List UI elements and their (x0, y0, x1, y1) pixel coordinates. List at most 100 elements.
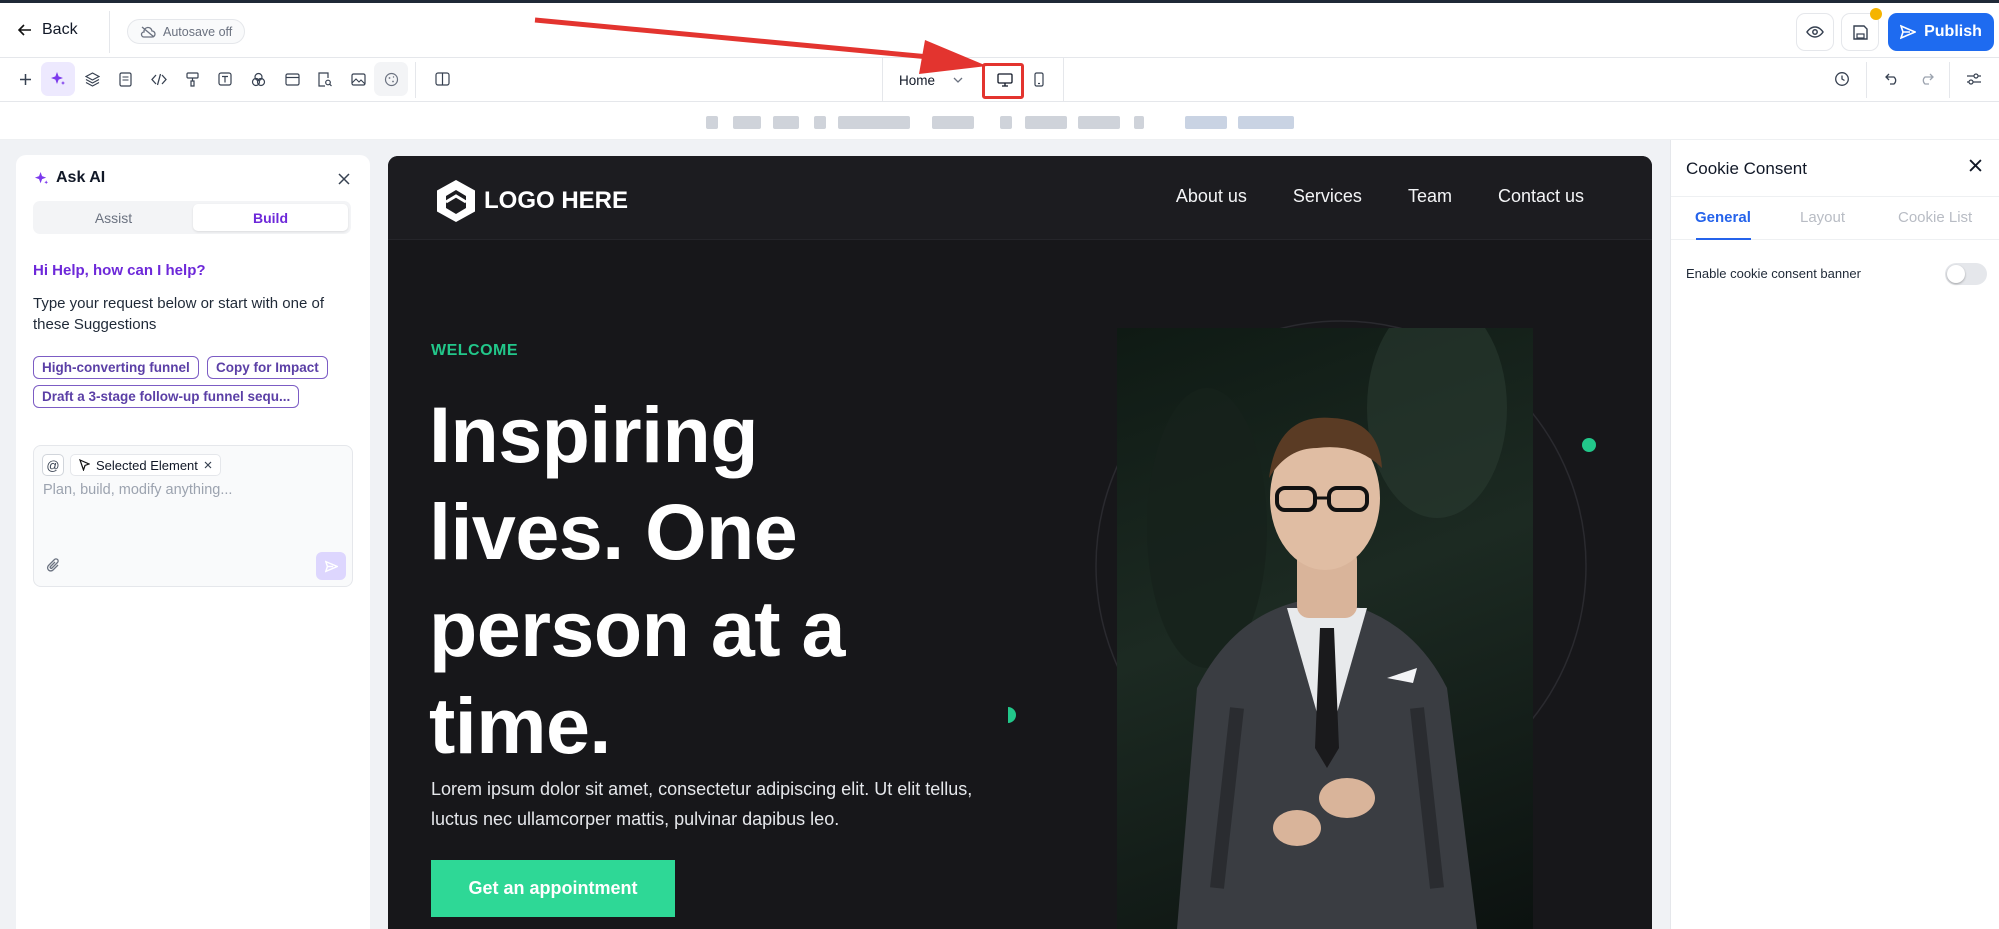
send-prompt-button[interactable] (316, 552, 346, 580)
divider (1063, 58, 1064, 102)
hero-eyebrow: WELCOME (431, 342, 519, 359)
panel-tabs: General Layout Cookie List (1671, 196, 1999, 240)
logo-text: LOGO HERE (484, 187, 629, 214)
toggle-sidebar-button[interactable] (425, 62, 459, 96)
page-selector-label: Home (899, 72, 936, 88)
eye-icon (1806, 26, 1824, 38)
hero-headline: Inspiring lives. One person at a time. (429, 386, 899, 774)
editor-toolbar: Home (0, 58, 1999, 102)
popup-button[interactable] (275, 62, 309, 96)
blurred-url-segment (932, 116, 974, 129)
back-button[interactable]: Back (18, 21, 78, 39)
desktop-view-button[interactable] (988, 63, 1022, 97)
layers-button[interactable] (75, 62, 109, 96)
cookie-consent-panel: Cookie Consent General Layout Cookie Lis… (1670, 140, 1999, 929)
nav-contact-us[interactable]: Contact us (1498, 186, 1584, 207)
notification-dot (1870, 8, 1882, 20)
plus-icon (19, 73, 31, 85)
tab-build[interactable]: Build (193, 204, 348, 231)
ai-prompt-input[interactable]: Plan, build, modify anything... (43, 482, 232, 498)
ai-intro-text: Type your request below or start with on… (33, 295, 324, 333)
undo-icon (1884, 73, 1896, 85)
close-ask-ai-button[interactable] (338, 172, 350, 190)
active-tab-indicator (1696, 238, 1751, 240)
publish-label: Publish (1924, 23, 1982, 40)
media-button[interactable] (341, 62, 375, 96)
ask-ai-panel: Ask AI Assist Build Hi Help, how can I h… (16, 155, 370, 929)
website-preview[interactable]: LOGO HERE About us Services Team Contact… (388, 156, 1652, 929)
tab-assist[interactable]: Assist (36, 204, 191, 231)
hero-portrait-image (1117, 328, 1533, 929)
toggle-knob (1947, 265, 1965, 283)
get-appointment-button[interactable]: Get an appointment (431, 860, 675, 917)
blurred-url-segment (706, 116, 718, 129)
divider (1866, 62, 1867, 98)
selected-element-chip[interactable]: Selected Element (70, 454, 221, 476)
image-icon (350, 72, 366, 86)
publish-button[interactable]: Publish (1888, 13, 1994, 51)
tab-layout[interactable]: Layout (1800, 209, 1845, 226)
nav-services[interactable]: Services (1293, 186, 1362, 207)
pages-button[interactable] (108, 62, 142, 96)
suggestion-chip[interactable]: Draft a 3-stage follow-up funnel sequ... (33, 385, 300, 408)
remove-icon[interactable] (204, 461, 212, 469)
tab-general[interactable]: General (1695, 209, 1751, 226)
tab-cookie-list[interactable]: Cookie List (1898, 209, 1972, 226)
ai-sparkle-button[interactable] (41, 62, 75, 96)
hero-body-text: Lorem ipsum dolor sit amet, consectetur … (431, 779, 973, 829)
suggestion-chip[interactable]: High-converting funnel (33, 356, 199, 379)
headline-line: Inspiring (429, 390, 759, 479)
divider (415, 62, 416, 98)
attach-button[interactable] (46, 558, 60, 578)
hexagon-logo-icon (437, 180, 475, 222)
cloud-off-icon (140, 26, 156, 38)
blurred-url-segment (733, 116, 761, 129)
history-button[interactable] (1825, 62, 1859, 96)
sidebar-icon (434, 72, 450, 86)
color-circles-icon (251, 72, 265, 86)
setting-label: Enable cookie consent banner (1686, 266, 1861, 281)
mention-button[interactable]: @ (42, 454, 64, 476)
smartphone-icon (1034, 71, 1044, 87)
autosave-label: Autosave off (163, 24, 233, 39)
autosave-status[interactable]: Autosave off (127, 19, 246, 44)
redo-icon (1922, 73, 1934, 85)
typography-button[interactable] (208, 62, 242, 96)
history-icon (1835, 72, 1849, 86)
window-icon (284, 72, 300, 86)
code-button[interactable] (142, 62, 176, 96)
redo-button[interactable] (1909, 62, 1943, 96)
close-panel-button[interactable] (1969, 159, 1982, 177)
nav-about-us[interactable]: About us (1176, 186, 1247, 207)
cursor-icon (79, 459, 90, 471)
seo-button[interactable] (308, 62, 342, 96)
chevron-down-icon (953, 77, 963, 83)
divider (109, 11, 110, 53)
undo-button[interactable] (1875, 62, 1909, 96)
headline-line: lives. One (429, 487, 798, 576)
monitor-icon (997, 73, 1013, 87)
sparkle-icon (34, 171, 49, 184)
settings-button[interactable] (1957, 62, 1991, 96)
add-element-button[interactable] (8, 62, 42, 96)
sliders-icon (1967, 73, 1981, 85)
blurred-url-segment (1000, 116, 1012, 129)
top-bar: Back Autosave off Publish (0, 0, 1999, 58)
mode-segmented-control: Assist Build (33, 201, 351, 234)
nav-team[interactable]: Team (1408, 186, 1452, 207)
mobile-view-button[interactable] (1022, 62, 1056, 96)
ask-ai-title-label: Ask AI (56, 169, 106, 186)
preview-button[interactable] (1796, 13, 1834, 51)
selected-element-label: Selected Element (96, 457, 198, 473)
colors-button[interactable] (241, 62, 275, 96)
decorative-dot (1582, 438, 1596, 452)
integrations-button[interactable] (374, 62, 408, 96)
page-icon (118, 71, 132, 87)
blurred-url-segment (814, 116, 826, 129)
layers-icon (84, 71, 100, 87)
site-logo[interactable]: LOGO HERE (434, 178, 628, 224)
arrow-left-icon (18, 24, 31, 36)
cookie-banner-toggle[interactable] (1945, 263, 1987, 285)
styles-button[interactable] (175, 62, 209, 96)
suggestion-chip[interactable]: Copy for Impact (207, 356, 328, 379)
